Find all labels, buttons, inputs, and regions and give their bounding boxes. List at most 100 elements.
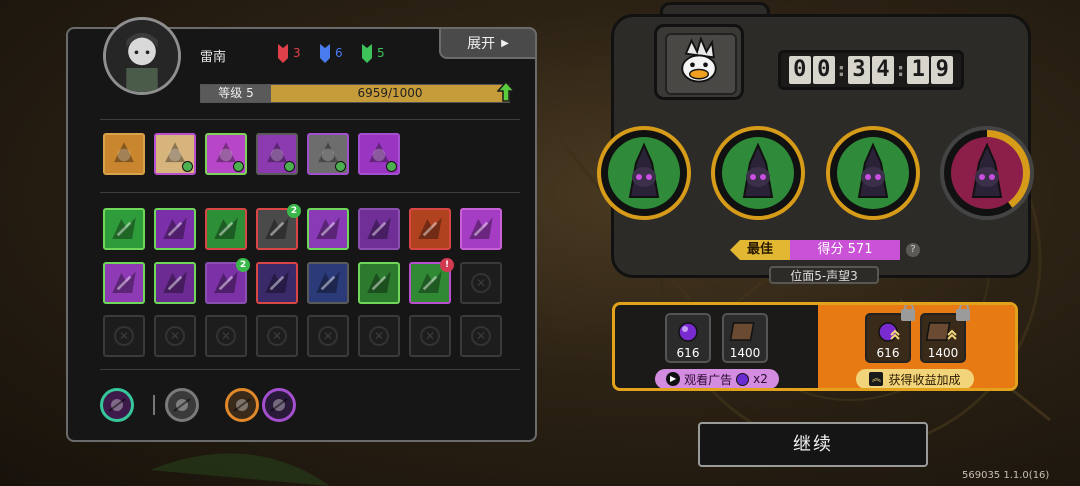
scratch-icon[interactable] — [307, 208, 349, 250]
ad-multiplier: x2 — [753, 372, 768, 386]
boost-income-button[interactable]: ︽ 获得收益加成 — [856, 369, 974, 388]
expand-label: 展开 — [467, 36, 496, 52]
faction-green: 5 — [360, 42, 385, 64]
character-panel: 雷南 3 6 5 展开 ▶ 等级 5 6959/1000 2 2! ✕ ✕ ✕ ✕ ✕ ✕ ✕ ✕… — [66, 17, 537, 442]
golden-gauntlet-icon[interactable] — [103, 133, 145, 175]
level-bar: 等级 5 6959/1000 — [200, 81, 515, 103]
duck-character-icon — [665, 33, 737, 95]
timer-colon: : — [897, 59, 905, 81]
boost-gem-value: 616 — [876, 346, 900, 360]
watch-ad-button[interactable]: ▶ 观看广告 x2 — [655, 369, 779, 388]
green-shield-icon[interactable] — [205, 208, 247, 250]
timer-digit: 3 — [848, 56, 870, 84]
expand-button[interactable]: 展开 ▶ — [439, 27, 537, 59]
witch-hat-icon[interactable] — [262, 388, 296, 422]
skill-badge: 2 — [287, 204, 301, 218]
spiky-creature-icon[interactable]: 2 — [205, 258, 250, 304]
reward-gem: 616 — [665, 313, 711, 363]
timer-digit: 1 — [907, 56, 930, 84]
swirl-ring-icon[interactable] — [100, 388, 134, 422]
faction-red-count: 3 — [293, 46, 301, 60]
empty-x-icon: ✕ — [318, 326, 338, 346]
level-up-arrow-icon[interactable] — [497, 81, 515, 103]
xp-text: 6959/1000 — [357, 86, 423, 100]
upgrade-dot-icon — [386, 161, 397, 172]
triple-claw-icon[interactable] — [154, 208, 196, 250]
slime-icon[interactable] — [460, 208, 502, 250]
divider-top — [100, 119, 520, 120]
double-chevron-up-icon: ︽ — [869, 372, 884, 386]
empty-slot: ✕ — [256, 315, 298, 357]
skull-helmet-icon[interactable] — [154, 133, 196, 175]
scythe-icon[interactable] — [358, 208, 400, 250]
best-label: 最佳 — [730, 240, 790, 260]
timer-digit: 4 — [872, 56, 894, 84]
beast-face-icon[interactable] — [307, 262, 349, 304]
armored-mask-icon[interactable] — [711, 126, 805, 220]
boost-book-value: 1400 — [927, 346, 959, 360]
blue-mask-icon — [320, 44, 330, 63]
purple-orb-icon[interactable] — [358, 133, 400, 175]
green-legs-icon[interactable] — [358, 262, 400, 304]
empty-slot: ✕ — [460, 315, 502, 357]
vault-icon[interactable]: 2 — [256, 204, 301, 250]
horned-demon-icon[interactable] — [826, 126, 920, 220]
empty-x-icon: ✕ — [369, 326, 389, 346]
version-label: 569035 1.1.0(16) — [962, 470, 1050, 481]
pink-demon-icon[interactable] — [940, 126, 1034, 220]
reward-gem-value: 616 — [676, 346, 700, 360]
player-name: 雷南 — [200, 50, 227, 65]
rewards-panel: 616 1400 ▶ 观看广告 x2 616 1400 ︽ 获得收益加成 — [612, 302, 1018, 391]
grey-shield-icon[interactable] — [307, 133, 349, 175]
faction-red: 3 — [276, 42, 301, 64]
purple-gem-icon — [678, 322, 698, 342]
reward-book-value: 1400 — [729, 346, 761, 360]
lock-icon — [956, 305, 970, 321]
level-label: 等级 5 — [201, 85, 271, 102]
crossed-blades-icon[interactable] — [225, 388, 259, 422]
claw-blade-icon[interactable] — [205, 133, 247, 175]
masked-hero-icon[interactable] — [256, 262, 298, 304]
timer-colon: : — [837, 59, 845, 81]
stage-label: 位面5-声望3 — [769, 266, 879, 284]
faction-blue: 6 — [318, 42, 343, 64]
red-mask-icon — [278, 44, 288, 63]
empty-slot: ✕ — [103, 315, 145, 357]
player-avatar — [103, 17, 181, 95]
reward-book: 1400 — [722, 313, 768, 363]
score-value: 得分 571 — [790, 240, 900, 260]
empty-slot: ✕ — [460, 262, 502, 304]
bullets-icon[interactable] — [165, 388, 199, 422]
score-bar: 最佳 得分 571 ? — [730, 239, 920, 261]
green-legs-alt-icon[interactable]: ! — [409, 258, 454, 304]
brown-book-icon — [729, 322, 755, 341]
play-circle-icon: ▶ — [666, 372, 681, 386]
empty-x-icon: ✕ — [420, 326, 440, 346]
upgrade-dot-icon — [335, 161, 346, 172]
empty-slot: ✕ — [154, 315, 196, 357]
small-gem-icon — [736, 372, 750, 386]
continue-button[interactable]: 继续 — [698, 422, 928, 467]
empty-slot: ✕ — [307, 315, 349, 357]
run-timer: 0 0 : 3 4 : 1 9 — [778, 50, 964, 90]
upgrade-dot-icon — [284, 161, 295, 172]
timer-digit: 0 — [788, 56, 811, 84]
help-icon[interactable]: ? — [906, 243, 920, 257]
faction-blue-count: 6 — [335, 46, 343, 60]
skill-badge: ! — [440, 258, 454, 272]
mech-armor-icon[interactable] — [256, 133, 298, 175]
fire-slash-icon[interactable] — [409, 208, 451, 250]
upgrade-dot-icon — [182, 161, 193, 172]
vortex-icon[interactable] — [103, 262, 145, 304]
play-arrow-icon: ▶ — [501, 37, 509, 49]
divider-bottom — [100, 369, 520, 370]
skill-badge: 2 — [236, 258, 250, 272]
cross-slash-icon[interactable] — [154, 262, 196, 304]
faction-green-count: 5 — [377, 46, 385, 60]
lock-icon — [901, 305, 915, 321]
empty-x-icon: ✕ — [216, 326, 236, 346]
hooded-assassin-icon[interactable] — [597, 126, 691, 220]
green-diamond-icon[interactable] — [103, 208, 145, 250]
empty-x-icon: ✕ — [471, 273, 491, 293]
boost-income-label: 获得收益加成 — [888, 372, 961, 387]
